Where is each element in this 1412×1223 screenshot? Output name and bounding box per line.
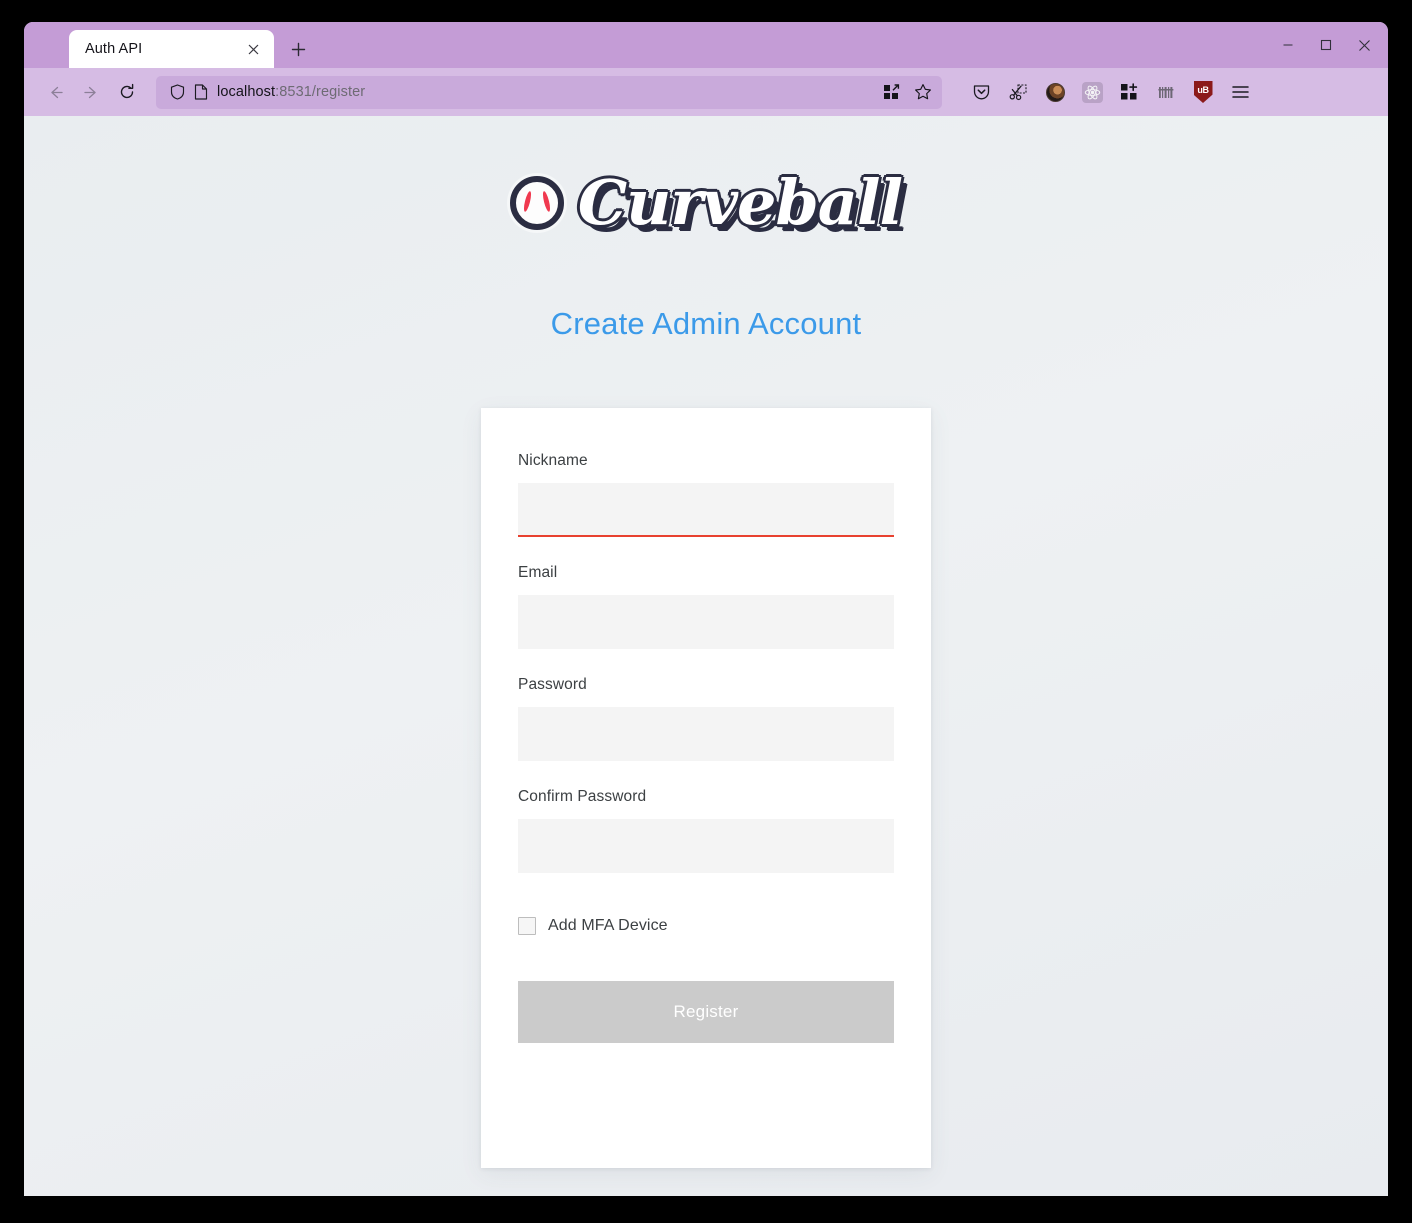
react-atom-glyph xyxy=(1081,81,1103,103)
tab-title: Auth API xyxy=(85,41,143,57)
browser-window: Auth API localhost:8531/register uB Curv… xyxy=(24,22,1388,1196)
page-viewport: Curveball Create Admin Account Nickname … xyxy=(24,116,1388,1196)
maximize-icon[interactable] xyxy=(1308,30,1344,60)
reload-icon[interactable] xyxy=(110,75,144,109)
add-extension-icon[interactable] xyxy=(1112,75,1146,109)
account-avatar-icon[interactable] xyxy=(1038,75,1072,109)
bookmark-star-icon[interactable] xyxy=(908,78,938,107)
baseball-stitch-left xyxy=(522,190,533,213)
screenshot-scissors-icon[interactable] xyxy=(1001,75,1035,109)
close-window-icon[interactable] xyxy=(1346,30,1382,60)
password-input[interactable] xyxy=(518,707,894,761)
ublock-origin-icon[interactable]: uB xyxy=(1186,75,1220,109)
add-mfa-device-checkbox[interactable] xyxy=(518,917,536,935)
field-email: Email xyxy=(518,564,894,649)
field-confirm-password: Confirm Password xyxy=(518,788,894,873)
navigation-toolbar: localhost:8531/register uB xyxy=(24,68,1388,116)
browser-tab-auth-api[interactable]: Auth API xyxy=(69,30,274,68)
mfa-checkbox-row[interactable]: Add MFA Device xyxy=(518,917,894,935)
avatar xyxy=(1045,82,1065,102)
url-path: :8531/register xyxy=(275,84,366,100)
url-text: localhost:8531/register xyxy=(217,84,867,100)
field-label: Email xyxy=(518,564,558,581)
baseball-stitch-right xyxy=(541,190,552,213)
field-label: Confirm Password xyxy=(518,788,647,805)
react-devtools-icon[interactable] xyxy=(1075,75,1109,109)
barcode-icon[interactable] xyxy=(1149,75,1183,109)
field-nickname: Nickname xyxy=(518,452,894,537)
minimize-icon[interactable] xyxy=(1270,30,1306,60)
close-icon[interactable] xyxy=(242,38,264,60)
email-input[interactable] xyxy=(518,595,894,649)
url-host: localhost xyxy=(217,84,276,100)
add-mfa-device-label: Add MFA Device xyxy=(548,917,668,934)
register-button[interactable]: Register xyxy=(518,981,894,1043)
register-form-card: Nickname Email Password Confirm Password… xyxy=(481,408,931,1168)
baseball-icon xyxy=(509,176,564,230)
back-arrow-icon[interactable] xyxy=(38,75,72,109)
nickname-input[interactable] xyxy=(518,483,894,537)
field-label: Password xyxy=(518,676,587,693)
extensions-toolbar: uB xyxy=(964,75,1257,109)
address-bar-actions xyxy=(876,78,938,107)
window-controls xyxy=(1270,30,1382,60)
tracking-protection-shield-icon[interactable] xyxy=(170,84,185,100)
address-bar[interactable]: localhost:8531/register xyxy=(156,75,942,109)
new-tab-button[interactable] xyxy=(282,33,314,65)
ublock-shield-glyph: uB xyxy=(1193,81,1213,103)
field-label: Nickname xyxy=(518,452,588,469)
confirm-password-input[interactable] xyxy=(518,819,894,873)
field-password: Password xyxy=(518,676,894,761)
app-logo: Curveball xyxy=(24,116,1388,234)
logo-wordmark: Curveball xyxy=(577,166,903,239)
pocket-icon[interactable] xyxy=(964,75,998,109)
page-document-icon[interactable] xyxy=(194,84,208,100)
extensions-grid-icon[interactable] xyxy=(876,78,906,107)
page-title: Create Admin Account xyxy=(550,306,862,341)
tab-strip: Auth API xyxy=(24,22,1388,68)
app-menu-hamburger-icon[interactable] xyxy=(1223,75,1257,109)
forward-arrow-icon[interactable] xyxy=(74,75,108,109)
